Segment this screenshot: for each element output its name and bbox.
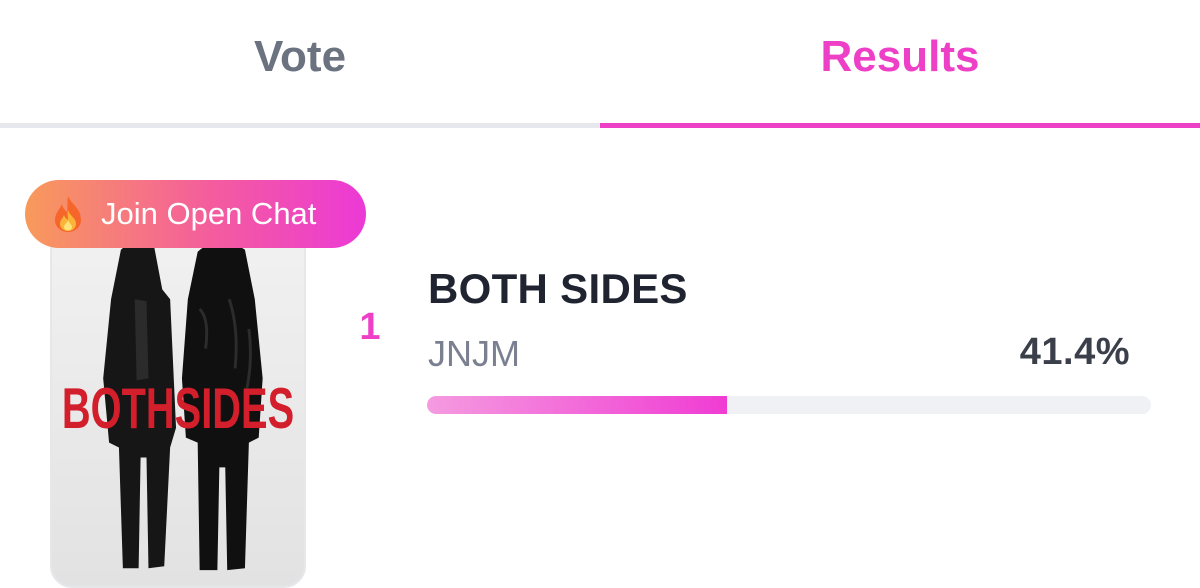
fire-icon	[55, 196, 81, 232]
tab-results-label: Results	[820, 32, 980, 81]
vote-percentage: 41.4%	[1019, 331, 1130, 373]
rank-number: 1	[359, 306, 381, 348]
artist-name: JNJM	[428, 333, 520, 374]
tab-vote-label: Vote	[253, 32, 347, 81]
vote-progress-fill	[427, 396, 727, 414]
join-open-chat-label: Join Open Chat	[101, 196, 317, 231]
album-cover-text: BOTHSIDES	[62, 377, 294, 441]
tab-bar: Vote Results	[0, 0, 1200, 128]
result-row[interactable]: BOTHSIDES Join Open Chat 1 BOTH SIDES JN…	[0, 128, 1200, 588]
tab-vote[interactable]: Vote	[0, 0, 600, 128]
vote-progress-bar	[427, 396, 1151, 414]
album-cover: BOTHSIDES	[50, 228, 306, 588]
join-open-chat-button[interactable]: Join Open Chat	[25, 180, 366, 248]
song-title: BOTH SIDES	[428, 265, 688, 312]
tab-results[interactable]: Results	[600, 0, 1200, 128]
album-cover-art: BOTHSIDES	[52, 230, 304, 586]
